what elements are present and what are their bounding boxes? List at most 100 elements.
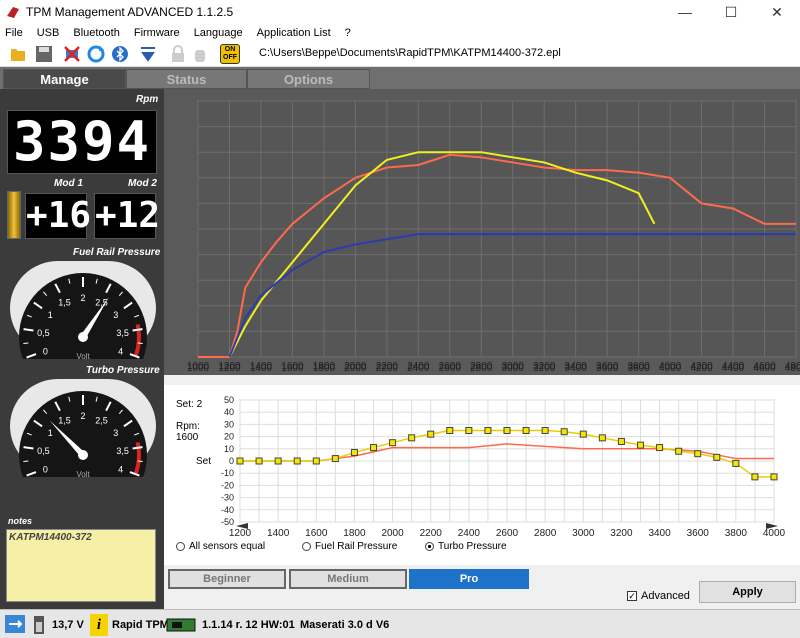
gauge-tick-label: 0 [43, 347, 48, 357]
file-path: C:\Users\Beppe\Documents\RapidTPM\KATPM1… [259, 47, 561, 59]
gauge-tick-label: 3 [113, 428, 118, 438]
x-tick-label: 3400 [565, 361, 588, 372]
firmware-info: 1.1.14 r. 12 HW:01 [202, 619, 295, 631]
tab-manage[interactable]: Manage [3, 69, 126, 89]
gauge-unit-label: Volt [76, 352, 90, 359]
menu-language[interactable]: Language [194, 27, 243, 39]
gauge-tick [23, 342, 29, 345]
x-tick-label: 1000 [187, 361, 210, 372]
map-point-handle [541, 427, 549, 434]
voltage-value: 13,7 V [52, 619, 84, 631]
gauge-tick [23, 446, 34, 450]
lock-icon[interactable] [168, 44, 188, 64]
on-label: ON [224, 46, 236, 53]
y-tick-label: 50 [224, 395, 234, 405]
menu-firmware[interactable]: Firmware [134, 27, 180, 39]
vehicle-name: Maserati 3.0 d V6 [300, 619, 390, 631]
x-tick-label: 2600 [496, 528, 519, 539]
mod1-sign: + [26, 195, 48, 236]
mode-beginner-button[interactable]: Beginner [168, 569, 286, 589]
x-tick-label: 2400 [407, 361, 430, 372]
map-editor-chart[interactable]: 50 40 30 20 10 0 -10 -20 -30 -40 -501200 1400 1600 18… [164, 392, 800, 544]
mode-medium-button[interactable]: Medium [289, 569, 407, 589]
gauge-tick-label: 1,5 [58, 416, 71, 426]
radio-turbo[interactable]: Turbo Pressure [425, 541, 507, 552]
minimize-button[interactable]: — [662, 0, 708, 24]
y-tick-label: -20 [221, 480, 234, 490]
map-point-handle [274, 457, 282, 465]
y-tick-label: 20 [224, 432, 234, 442]
circuit-board-icon [166, 618, 196, 632]
radio-label: All sensors equal [189, 541, 266, 552]
menu-bluetooth[interactable]: Bluetooth [73, 27, 119, 39]
x-tick-label: 3000 [502, 361, 525, 372]
rpm-value-small: 1600 [176, 432, 199, 443]
map-point-handle [598, 434, 606, 442]
mode-pro-button[interactable]: Pro [409, 569, 529, 589]
open-folder-icon[interactable] [8, 44, 28, 64]
radio-circle[interactable] [176, 542, 185, 551]
hand-icon[interactable] [190, 44, 210, 64]
save-icon[interactable] [34, 44, 54, 64]
radio-label: Turbo Pressure [438, 541, 507, 552]
usb-disconnect-icon[interactable] [62, 44, 82, 64]
map-point-handle [675, 447, 683, 455]
y-tick-label: -30 [221, 493, 234, 503]
x-tick-label: 4400 [722, 361, 745, 372]
map-point-handle [293, 457, 301, 465]
gauge-hub [78, 450, 88, 460]
map-point-handle [465, 427, 473, 434]
gauge-tick [132, 446, 143, 450]
x-tick-label: 4200 [690, 361, 713, 372]
map-point-handle [389, 439, 397, 447]
gauge-hub [78, 332, 88, 342]
x-tick-label: 4000 [659, 361, 682, 372]
x-tick-label: 3000 [572, 528, 595, 539]
radio-all-sensors[interactable]: All sensors equal [176, 541, 265, 552]
y-tick-label: 0 [229, 456, 234, 466]
bluetooth-icon[interactable] [110, 44, 130, 64]
refresh-icon[interactable] [86, 44, 106, 64]
fuel-rail-gauge: 00,511,5 2 2,533,54Volt [10, 261, 156, 359]
on-off-button[interactable]: ON OFF [220, 44, 240, 64]
maximize-button[interactable]: ☐ [708, 0, 754, 24]
mod1-label: Mod 1 [54, 178, 83, 189]
tab-status[interactable]: Status [126, 69, 247, 89]
axis-strip [164, 375, 800, 385]
off-label: OFF [223, 54, 237, 61]
x-tick-label: 2200 [376, 361, 399, 372]
gauge-tick-label: 0,5 [37, 328, 50, 338]
map-point-handle [579, 430, 587, 438]
info-icon[interactable]: i [90, 614, 108, 636]
x-tick-label: 2600 [439, 361, 462, 372]
gauge-tick-label: 1,5 [58, 298, 71, 308]
gauge-tick-label: 1 [48, 310, 53, 320]
radio-circle[interactable] [302, 542, 311, 551]
gauge-tick-label: 0,5 [37, 446, 50, 456]
tab-options[interactable]: Options [247, 69, 370, 89]
gauge-unit-label: Volt [76, 470, 90, 477]
fuel-rail-label: Fuel Rail Pressure [73, 247, 161, 258]
x-tick-label: 3800 [628, 361, 651, 372]
rpm-label: Rpm [136, 94, 159, 105]
notes-label: notes [8, 516, 33, 526]
apply-button[interactable]: Apply [699, 581, 796, 603]
close-button[interactable]: ✕ [754, 0, 800, 24]
notes-field[interactable]: KATPM14400-372 [6, 529, 156, 602]
menu-help[interactable]: ? [345, 27, 351, 39]
x-tick-label: 4600 [753, 361, 776, 372]
y-tick-label: -40 [221, 505, 234, 515]
download-icon[interactable] [138, 44, 158, 64]
map-point-handle [350, 448, 358, 456]
y-tick-label: 30 [224, 419, 234, 429]
menu-application-list[interactable]: Application List [257, 27, 331, 39]
advanced-checkbox[interactable]: ✓ Advanced [627, 590, 690, 602]
radio-fuel-rail[interactable]: Fuel Rail Pressure [302, 541, 397, 552]
menu-usb[interactable]: USB [37, 27, 60, 39]
mod2-value: 12 [116, 195, 161, 236]
checkbox-check-icon[interactable]: ✓ [627, 591, 637, 601]
rpm-label-small: Rpm: [176, 421, 200, 432]
rpm-curve-chart: 1000 1200 1400 1600 1800 2000 2200 2400 2600 2800… [164, 89, 800, 385]
menu-file[interactable]: File [5, 27, 23, 39]
radio-circle-selected[interactable] [425, 542, 434, 551]
